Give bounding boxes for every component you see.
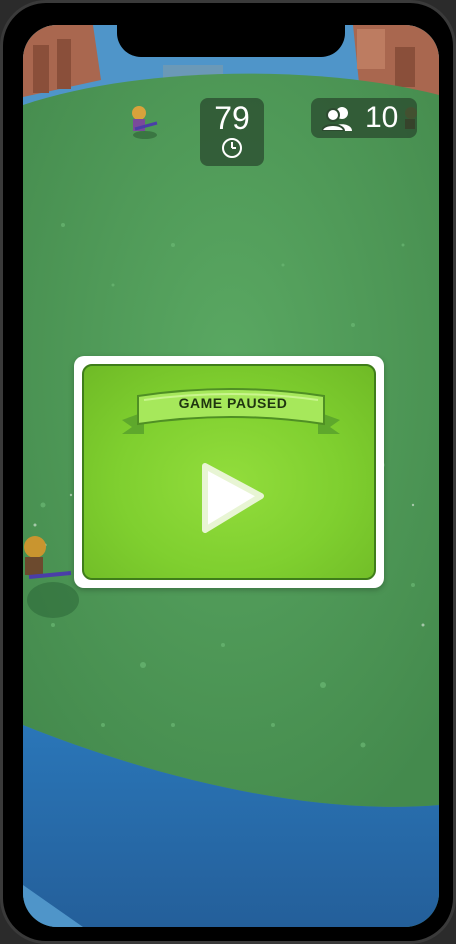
timer-display: 79: [200, 98, 264, 166]
device-notch: [117, 25, 345, 57]
play-icon[interactable]: [193, 458, 273, 538]
clock-icon: [222, 138, 242, 158]
timer-value: 79: [214, 100, 250, 136]
players-count: 10: [365, 101, 399, 134]
pause-title: GAME PAUSED: [178, 395, 288, 411]
phone-frame: 79 10 GAME PAUSED: [0, 0, 456, 944]
people-icon: [322, 107, 352, 131]
players-counter: 10: [311, 98, 417, 138]
